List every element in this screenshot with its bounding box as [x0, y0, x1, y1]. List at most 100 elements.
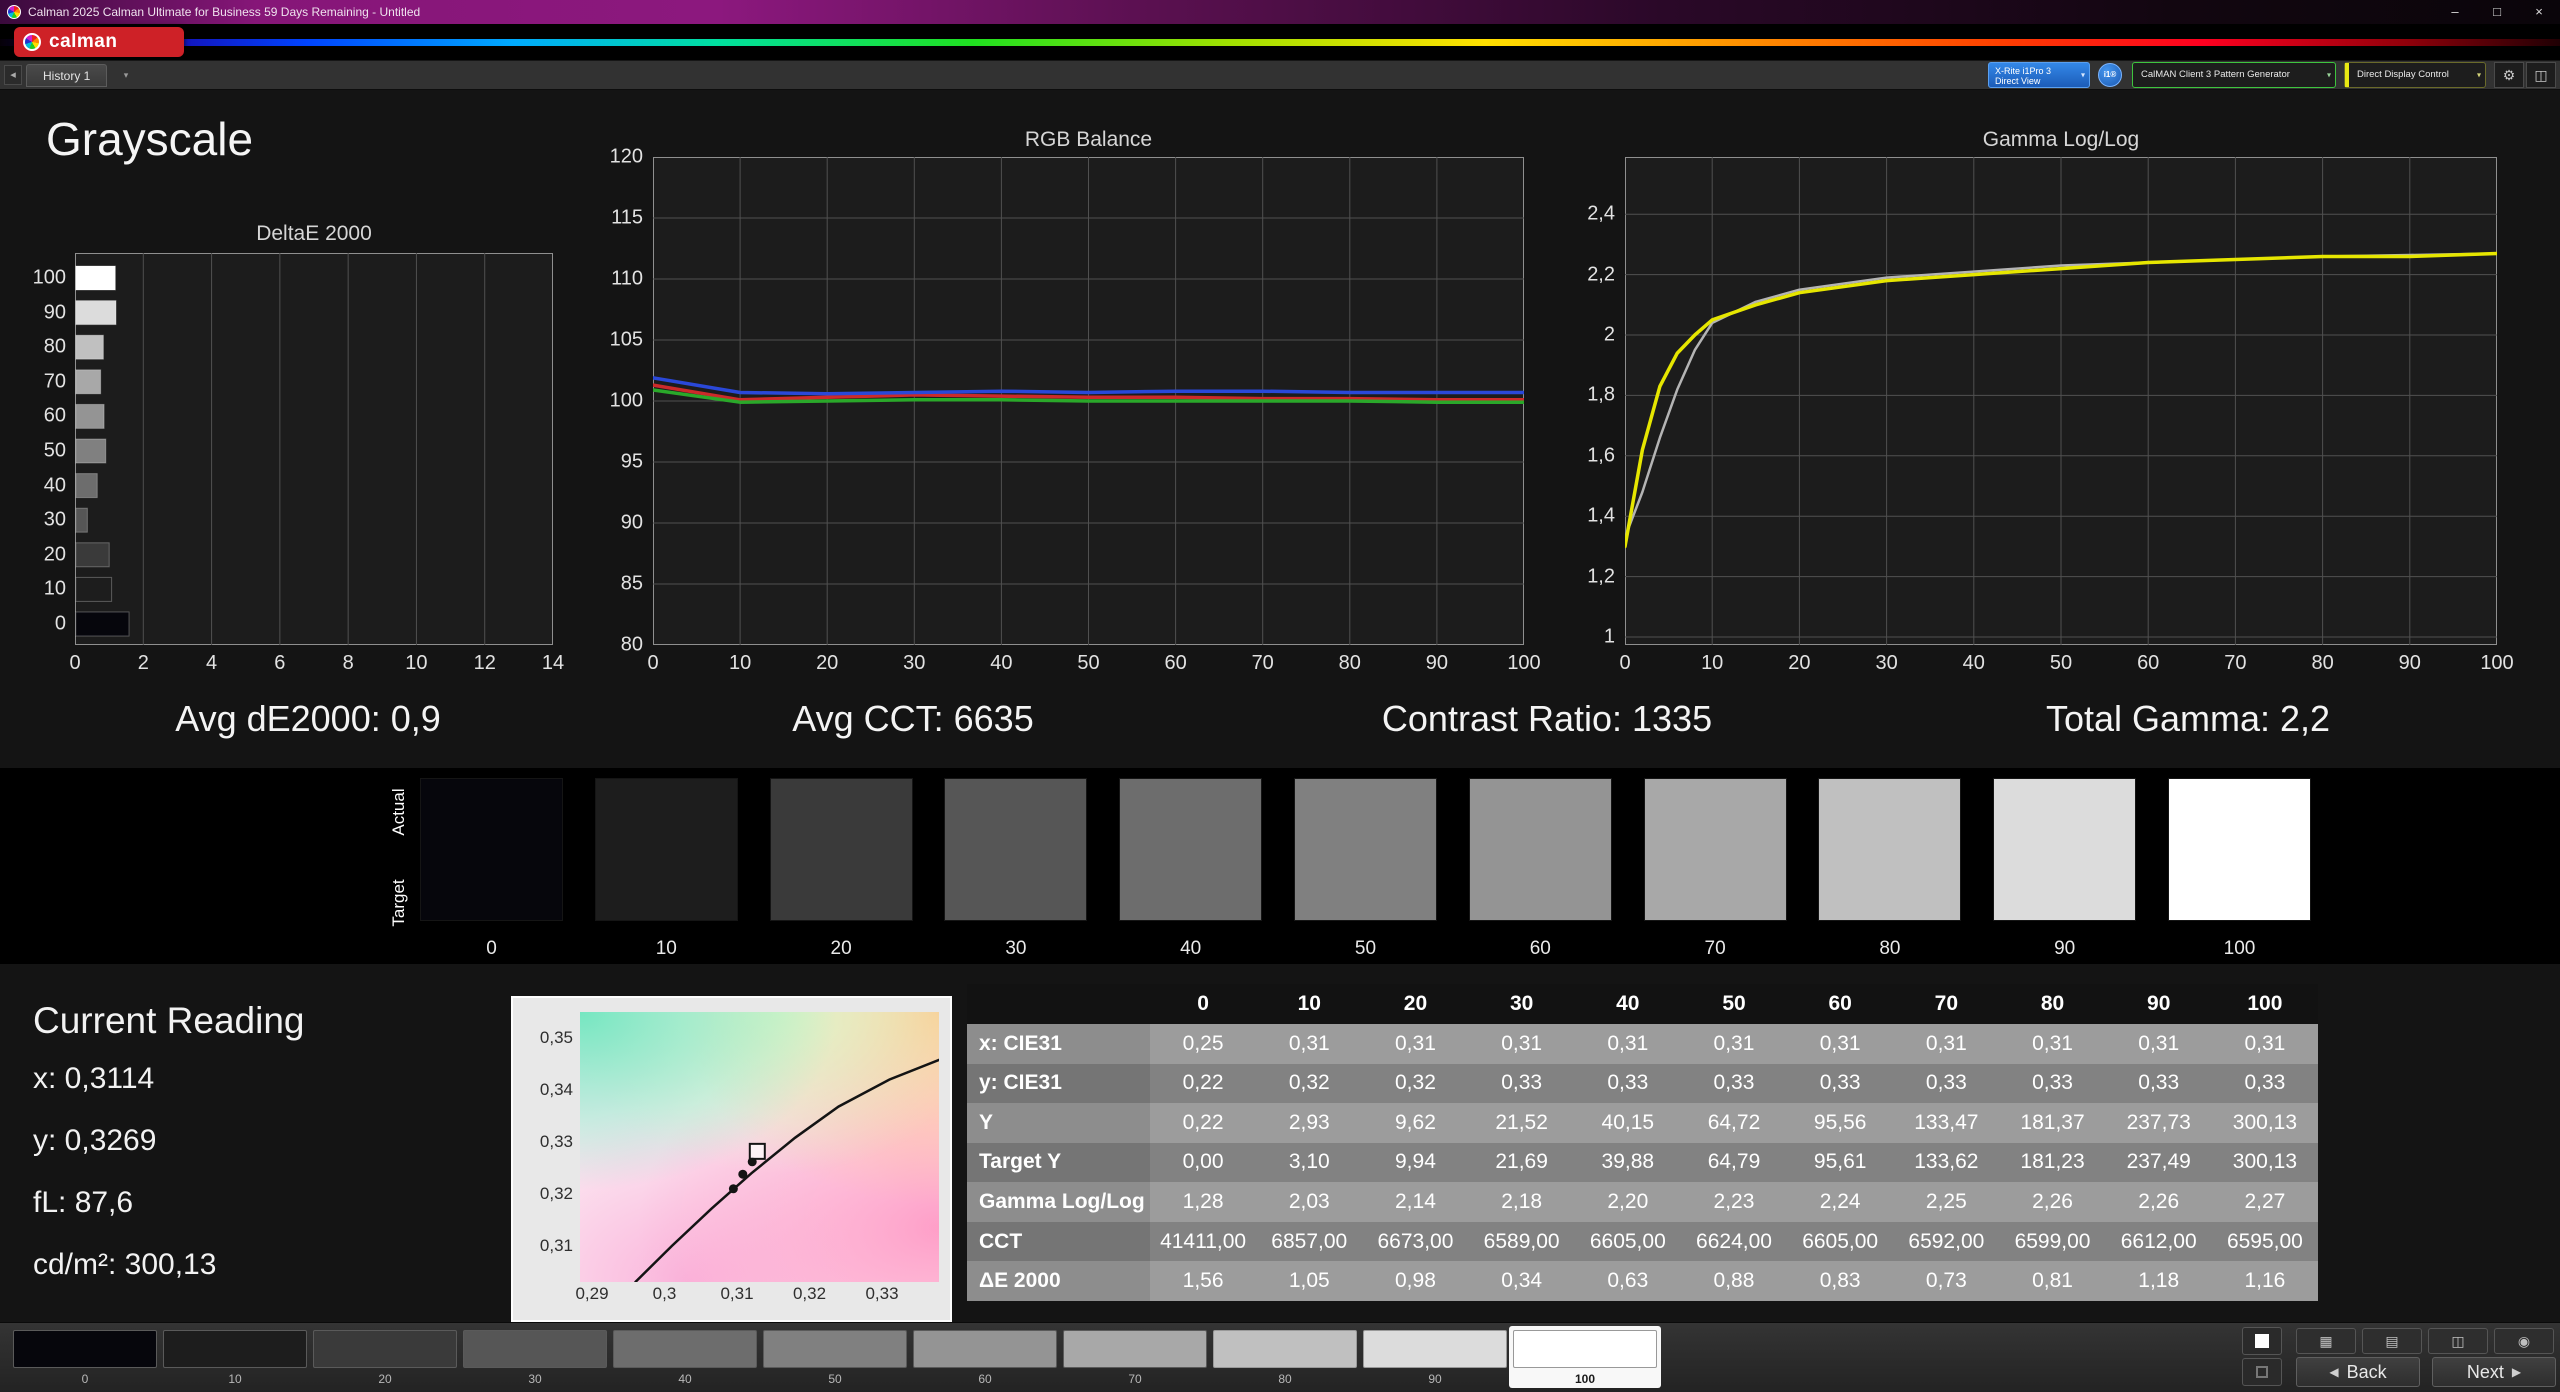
axis-tick: 90	[620, 511, 643, 534]
axis-tick: 6	[274, 652, 286, 674]
table-cell: 0,31	[1256, 1024, 1363, 1064]
stat-avg-de2000: Avg dE2000: 0,9	[175, 698, 441, 739]
pattern-source-dropdown[interactable]: CalMAN Client 3 Pattern Generator ▾	[2132, 62, 2336, 88]
table-cell: 2,18	[1468, 1182, 1575, 1222]
axis-tick: 1	[1603, 625, 1615, 648]
tool-button-2[interactable]: ▤	[2362, 1328, 2422, 1354]
table-cell: 133,47	[1893, 1103, 2000, 1143]
pattern-source-label: CalMAN Client 3 Pattern Generator	[2141, 69, 2290, 80]
table-cell: 1,28	[1150, 1182, 1257, 1222]
rgb-chart-svg	[653, 157, 1524, 645]
table-cell: 0,33	[2105, 1063, 2212, 1104]
level-button-label: 50	[828, 1372, 842, 1386]
swatch-level-40	[1119, 778, 1263, 921]
table-cell: 2,26	[2105, 1182, 2212, 1222]
table-cell: 6605,00	[1787, 1221, 1894, 1262]
meter-dropdown[interactable]: X-Rite i1Pro 3 Direct View ▾	[1988, 62, 2090, 88]
tab-history-1[interactable]: History 1	[26, 64, 108, 87]
grayscale-level-button-0[interactable]	[13, 1330, 157, 1368]
page-title: Grayscale	[46, 113, 254, 165]
tool-button-1[interactable]: ▦	[2296, 1328, 2356, 1354]
level-button-label: 10	[228, 1372, 242, 1386]
minimize-button[interactable]: –	[2434, 0, 2476, 24]
grayscale-level-button-50[interactable]	[763, 1330, 907, 1368]
settings-gear-button[interactable]: ⚙	[2494, 62, 2524, 88]
table-row-label: Target Y	[967, 1142, 1150, 1183]
table-cell: 3,10	[1256, 1142, 1363, 1183]
chevron-down-icon: ▾	[2476, 70, 2481, 80]
table-cell: 0,83	[1787, 1261, 1894, 1301]
back-button[interactable]: ◀ Back	[2296, 1357, 2420, 1387]
axis-tick: 1,2	[1587, 565, 1615, 588]
table-header-cell: 80	[1999, 984, 2106, 1024]
axis-tick: 80	[43, 335, 66, 358]
tab-scroll-left-button[interactable]: ◂	[4, 65, 22, 85]
table-cell: 41411,00	[1150, 1221, 1257, 1262]
reading-line-1: y: 0,3269	[33, 1124, 157, 1157]
table-cell: 0,33	[1999, 1063, 2106, 1104]
window-title: Calman 2025 Calman Ultimate for Business…	[28, 5, 421, 19]
tool-button-4[interactable]: ◉	[2494, 1328, 2554, 1354]
cie-axis-tick: 0,33	[865, 1284, 899, 1303]
grayscale-level-button-90[interactable]	[1363, 1330, 1507, 1368]
pattern-fullscreen-button[interactable]	[2242, 1358, 2282, 1386]
grayscale-level-button-70[interactable]	[1063, 1330, 1207, 1368]
level-button-label: 80	[1278, 1372, 1292, 1386]
table-cell: 21,52	[1468, 1103, 1575, 1143]
back-button-label: Back	[2346, 1361, 2387, 1382]
table-cell: 0,31	[1362, 1024, 1469, 1064]
tool-button-3[interactable]: ◫	[2428, 1328, 2488, 1354]
swatch-level-50	[1294, 778, 1437, 921]
swatch-level-90	[1993, 778, 2137, 921]
grayscale-level-button-60[interactable]	[913, 1330, 1057, 1368]
close-button[interactable]: ×	[2518, 0, 2560, 24]
calman-logo-text: calman	[49, 31, 118, 52]
axis-tick: 40	[990, 652, 1013, 674]
grayscale-level-button-10[interactable]	[163, 1330, 307, 1368]
table-cell: 0,22	[1150, 1103, 1257, 1143]
table-cell: 6599,00	[1999, 1221, 2106, 1262]
swatch-label: 50	[1354, 938, 1377, 959]
calman-window: Calman 2025 Calman Ultimate for Business…	[0, 0, 2560, 1392]
display-control-dropdown[interactable]: Direct Display Control ▾	[2344, 62, 2486, 88]
tab-menu-button[interactable]: ▾	[118, 66, 134, 84]
level-button-label: 60	[978, 1372, 992, 1386]
maximize-button[interactable]: □	[2476, 0, 2518, 24]
table-cell: 2,23	[1680, 1182, 1788, 1222]
table-cell: 237,49	[2105, 1142, 2212, 1183]
table-cell: 237,73	[2105, 1103, 2212, 1143]
pattern-window-button[interactable]	[2242, 1327, 2282, 1355]
table-cell: 0,31	[1999, 1024, 2106, 1064]
cie-axis-tick: 0,31	[720, 1284, 754, 1303]
grayscale-level-button-40[interactable]	[613, 1330, 757, 1368]
table-header-cell: 20	[1362, 984, 1469, 1024]
table-cell: 6624,00	[1680, 1221, 1788, 1262]
table-cell: 0,32	[1362, 1063, 1469, 1104]
layout-panel-button[interactable]: ◫	[2526, 62, 2556, 88]
table-cell: 95,56	[1787, 1103, 1894, 1143]
axis-tick: 2,2	[1587, 263, 1615, 286]
axis-tick: 60	[1164, 652, 1187, 674]
table-cell: 0,31	[1468, 1024, 1575, 1064]
swatch-label: 60	[1529, 938, 1551, 959]
axis-tick: 1,4	[1587, 504, 1615, 527]
table-cell: 9,94	[1362, 1142, 1469, 1183]
table-cell: 0,33	[1680, 1063, 1788, 1104]
table-cell: 0,32	[1256, 1063, 1363, 1104]
grayscale-level-button-20[interactable]	[313, 1330, 457, 1368]
table-cell: 181,37	[1999, 1103, 2106, 1143]
table-header-cell: 100	[2211, 984, 2318, 1024]
axis-tick: 2,4	[1587, 202, 1615, 225]
level-button-label: 0	[81, 1372, 89, 1386]
grayscale-level-button-80[interactable]	[1213, 1330, 1357, 1368]
reading-line-0: x: 0,3114	[33, 1062, 155, 1095]
table-cell: 0,33	[1574, 1063, 1681, 1104]
axis-tick: 105	[609, 328, 643, 351]
next-button[interactable]: Next ▶	[2432, 1357, 2556, 1387]
swatch-level-20	[769, 778, 913, 921]
table-cell: 95,61	[1787, 1142, 1894, 1183]
grayscale-level-button-100[interactable]	[1513, 1330, 1657, 1368]
table-row-label: ΔE 2000	[967, 1261, 1150, 1301]
axis-tick: 20	[43, 543, 66, 566]
grayscale-level-button-30[interactable]	[463, 1330, 607, 1368]
